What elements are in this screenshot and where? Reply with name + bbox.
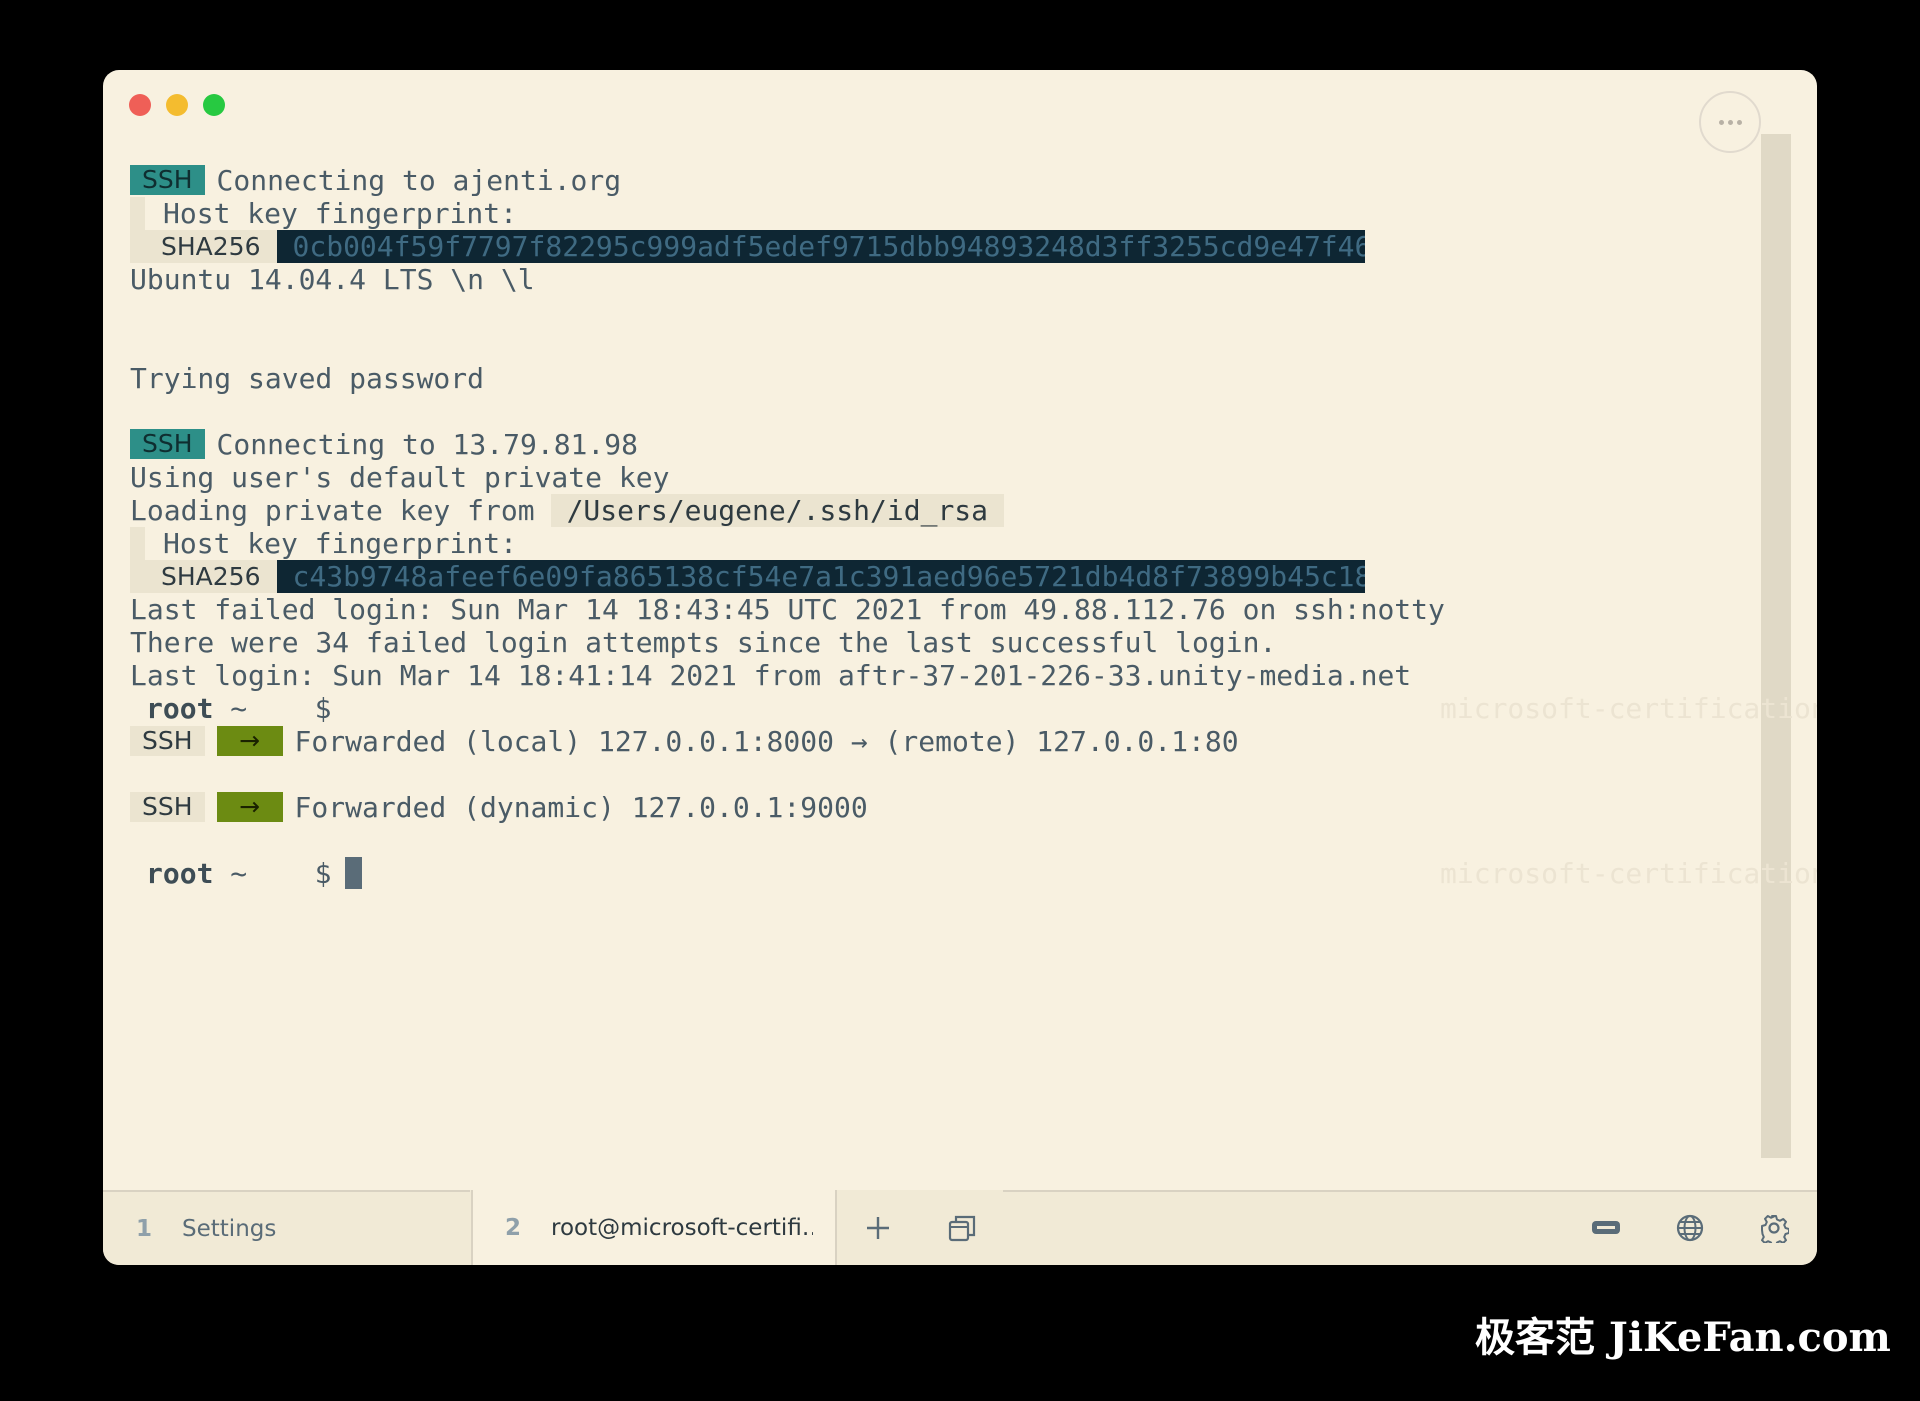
duplicate-tab-button[interactable] bbox=[932, 1190, 992, 1265]
host-key-label: Host key fingerprint: bbox=[163, 527, 518, 560]
terminal-line: Ubuntu 14.04.4 LTS \n \l bbox=[130, 263, 535, 296]
connecting-text: Connecting to 13.79.81.98 bbox=[216, 428, 638, 461]
terminal-line: SHA256 c43b9748afeef6e09fa865138cf54e7a1c… bbox=[130, 560, 1730, 593]
terminal-line: Host key fingerprint: bbox=[130, 197, 1730, 230]
loading-key-text: Loading private key from bbox=[130, 494, 535, 527]
arrow-badge: → bbox=[216, 726, 283, 756]
prompt-line: root ~ $ microsoft-certification bbox=[130, 857, 1817, 890]
prompt-user: root bbox=[146, 857, 214, 890]
terminal-line: Last failed login: Sun Mar 14 18:43:45 U… bbox=[130, 593, 1445, 626]
terminal-window: SSH Connecting to ajenti.org Host key fin… bbox=[103, 70, 1817, 1265]
sha-label: SHA256 bbox=[145, 560, 277, 593]
terminal-line: Host key fingerprint: bbox=[130, 527, 1730, 560]
sha-value[interactable]: 0cb004f59f7797f82295c999adf5edef9715dbb9… bbox=[276, 230, 1365, 263]
sha-label: SHA256 bbox=[145, 230, 277, 263]
key-path[interactable]: /Users/eugene/.ssh/id_rsa bbox=[550, 494, 1005, 527]
terminal-line: SSH Connecting to ajenti.org bbox=[130, 164, 1730, 197]
settings-button[interactable] bbox=[1744, 1190, 1804, 1265]
scrollbar[interactable] bbox=[1761, 134, 1791, 1158]
plus-icon bbox=[867, 1216, 889, 1239]
maximize-window-button[interactable] bbox=[203, 94, 225, 116]
terminal-line: SHA256 0cb004f59f7797f82295c999adf5edef97… bbox=[130, 230, 1730, 263]
ssh-badge: SSH bbox=[130, 726, 205, 756]
host-key-label: Host key fingerprint: bbox=[163, 197, 518, 230]
ssh-badge: SSH bbox=[130, 429, 205, 459]
ssh-badge: SSH bbox=[130, 792, 205, 822]
prompt-symbol: $ bbox=[314, 692, 332, 725]
windows-icon bbox=[948, 1215, 976, 1241]
forward-text: Forwarded (local) 127.0.0.1:8000 → (remo… bbox=[294, 725, 1239, 758]
globe-icon bbox=[1676, 1214, 1704, 1241]
terminal-line: Using user's default private key bbox=[130, 461, 670, 494]
prompt-path: ~ bbox=[230, 692, 248, 725]
more-horizontal-icon bbox=[1718, 119, 1724, 125]
fingerprint-box: SHA256 0cb004f59f7797f82295c999adf5edef97… bbox=[130, 230, 1365, 263]
host-watermark: microsoft-certification bbox=[1440, 692, 1817, 725]
tab-ssh-session[interactable]: 2 root@microsoft-certifi… bbox=[471, 1190, 837, 1265]
site-watermark: 极客范 JiKeFan.com bbox=[1475, 1314, 1891, 1361]
minimize-window-button[interactable] bbox=[166, 94, 188, 116]
fingerprint-box: SHA256 c43b9748afeef6e09fa865138cf54e7a1c… bbox=[130, 560, 1365, 593]
terminal-line: Last login: Sun Mar 14 18:41:14 2021 fro… bbox=[130, 659, 1412, 692]
keyboard-icon bbox=[1592, 1220, 1620, 1234]
tab-bar-divider bbox=[1003, 1190, 1563, 1192]
prompt-symbol: $ bbox=[314, 857, 332, 890]
more-dot bbox=[1727, 119, 1733, 125]
window-controls bbox=[129, 94, 225, 116]
prompt-path: ~ bbox=[230, 857, 248, 890]
tab-bar: 1 Settings 2 root@microsoft-certifi… bbox=[103, 1190, 1817, 1265]
close-window-button[interactable] bbox=[129, 94, 151, 116]
prompt-user: root bbox=[146, 692, 214, 725]
tab-settings[interactable]: 1 Settings bbox=[103, 1190, 470, 1265]
tab-number: 1 bbox=[136, 1215, 153, 1242]
gear-icon bbox=[1761, 1214, 1789, 1243]
ssh-badge: SSH bbox=[130, 165, 205, 195]
tab-number: 2 bbox=[505, 1214, 522, 1241]
arrow-badge: → bbox=[216, 792, 283, 822]
sha-value[interactable]: c43b9748afeef6e09fa865138cf54e7a1c391aed… bbox=[276, 560, 1365, 593]
terminal-line: There were 34 failed login attempts sinc… bbox=[130, 626, 1277, 659]
host-key-box: Host key fingerprint: bbox=[130, 197, 517, 230]
terminal-line: Loading private key from/Users/eugene/.s… bbox=[130, 494, 1730, 527]
terminal-line: SSH → Forwarded (local) 127.0.0.1:8000 → (… bbox=[130, 725, 1730, 758]
terminal-line: Trying saved password bbox=[130, 362, 485, 395]
connecting-text: Connecting to ajenti.org bbox=[216, 164, 622, 197]
keyboard-button[interactable] bbox=[1576, 1190, 1636, 1265]
terminal-line: SSH Connecting to 13.79.81.98 bbox=[130, 428, 1730, 461]
prompt-line: root ~ $ microsoft-certification bbox=[130, 692, 1817, 725]
terminal-line: SSH → Forwarded (dynamic) 127.0.0.1:9000 bbox=[130, 791, 1730, 824]
host-key-box: Host key fingerprint: bbox=[130, 527, 517, 560]
tab-label: root@microsoft-certifi… bbox=[551, 1214, 814, 1241]
host-watermark: microsoft-certification bbox=[1440, 857, 1817, 890]
more-options-button[interactable] bbox=[1699, 91, 1761, 153]
globe-button[interactable] bbox=[1660, 1190, 1720, 1265]
forward-text: Forwarded (dynamic) 127.0.0.1:9000 bbox=[294, 791, 868, 824]
text-cursor bbox=[345, 857, 363, 889]
terminal-output[interactable]: SSH Connecting to ajenti.org Host key fin… bbox=[130, 164, 1817, 890]
more-dot bbox=[1736, 119, 1742, 125]
new-tab-button[interactable] bbox=[848, 1190, 908, 1265]
tab-label: Settings bbox=[182, 1215, 277, 1242]
